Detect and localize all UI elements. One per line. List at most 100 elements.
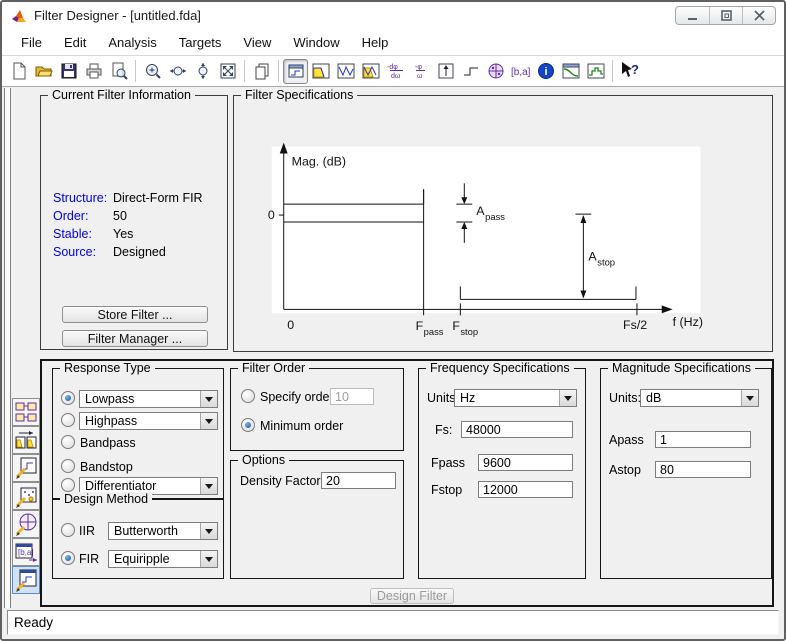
astop-label: Astop: [609, 463, 641, 477]
menu-bar: File Edit Analysis Targets View Window H…: [2, 30, 784, 56]
menu-targets[interactable]: Targets: [168, 31, 233, 54]
lowpass-radio[interactable]: [61, 391, 75, 405]
print-preview-icon[interactable]: [106, 59, 131, 84]
source-value: Designed: [113, 245, 166, 259]
minimum-order-label: Minimum order: [260, 419, 343, 433]
menu-edit[interactable]: Edit: [53, 31, 97, 54]
svg-text:-φ: -φ: [415, 64, 422, 71]
filter-manager-icon[interactable]: [249, 59, 274, 84]
structure-label: Structure:: [53, 191, 107, 205]
chevron-down-icon[interactable]: [200, 413, 217, 429]
status-bar: Ready: [7, 610, 779, 635]
stable-label: Stable:: [53, 227, 92, 241]
store-filter-button[interactable]: Store Filter ...: [62, 306, 208, 323]
sidebar-splitter[interactable]: [4, 88, 11, 608]
chevron-down-icon[interactable]: [559, 390, 576, 406]
minimum-order-radio[interactable]: [241, 418, 255, 432]
menu-view[interactable]: View: [232, 31, 282, 54]
zoom-x-icon[interactable]: [165, 59, 190, 84]
lowpass-combo[interactable]: Lowpass: [79, 390, 218, 408]
specify-order-label: Specify order:: [260, 390, 337, 404]
import-filter-icon: [b,a]: [14, 540, 38, 564]
full-view-icon[interactable]: [215, 59, 240, 84]
filter-specifications-icon[interactable]: [283, 59, 308, 84]
svg-text:?: ?: [631, 62, 639, 77]
structure-value: Direct-Form FIR: [113, 191, 203, 205]
iir-label: IIR: [79, 524, 95, 538]
sidebar-multirate-filter-button[interactable]: [12, 426, 40, 454]
apass-input[interactable]: [655, 431, 751, 448]
filter-information-icon[interactable]: i: [533, 59, 558, 84]
svg-text:ω: ω: [417, 73, 423, 80]
iir-method-combo[interactable]: Butterworth: [108, 522, 218, 540]
sidebar-import-filter-button[interactable]: [b,a]: [12, 538, 40, 566]
astop-input[interactable]: [655, 461, 751, 478]
diagram-apass-base: A: [476, 204, 485, 218]
filter-coefficients-icon[interactable]: [b,a]: [508, 59, 533, 84]
density-factor-input[interactable]: [321, 472, 396, 489]
diagram-y-axis-label: Mag. (dB): [292, 154, 346, 168]
bandpass-label: Bandpass: [80, 436, 136, 450]
toolbar-separator: [612, 60, 613, 82]
magnitude-units-combo[interactable]: dB: [640, 389, 759, 407]
fir-label: FIR: [79, 552, 99, 566]
menu-file[interactable]: File: [10, 31, 53, 54]
zoom-y-icon[interactable]: [190, 59, 215, 84]
sidebar-pole-zero-editor-button[interactable]: [12, 510, 40, 538]
current-filter-info-group: Current Filter Information Structure: Di…: [40, 95, 228, 350]
svg-text:[b,a]: [b,a]: [511, 67, 531, 78]
differentiator-radio[interactable]: [61, 478, 75, 492]
fir-radio[interactable]: [61, 551, 75, 565]
design-filter-button[interactable]: Design Filter: [370, 588, 454, 604]
toolbar-separator: [278, 60, 279, 82]
print-icon[interactable]: [81, 59, 106, 84]
minimize-button[interactable]: [676, 7, 709, 24]
chevron-down-icon[interactable]: [200, 478, 217, 494]
new-file-icon[interactable]: [6, 59, 31, 84]
sidebar-quantization-button[interactable]: [12, 482, 40, 510]
specify-order-input[interactable]: [330, 388, 374, 405]
magnitude-response-estimate-icon[interactable]: [558, 59, 583, 84]
sidebar-realize-model-button[interactable]: [12, 398, 40, 426]
bandstop-radio[interactable]: [61, 459, 75, 473]
chevron-down-icon[interactable]: [741, 390, 758, 406]
group-delay-icon[interactable]: -dφdω: [383, 59, 408, 84]
magnitude-and-phase-icon[interactable]: [358, 59, 383, 84]
highpass-radio[interactable]: [61, 413, 75, 427]
fpass-input[interactable]: [478, 454, 573, 471]
restore-button[interactable]: [709, 7, 742, 24]
differentiator-combo-value: Differentiator: [85, 479, 156, 493]
fstop-input[interactable]: [478, 481, 573, 498]
fs-input[interactable]: [461, 421, 573, 438]
context-help-icon[interactable]: ?: [617, 59, 642, 84]
chevron-down-icon[interactable]: [200, 523, 217, 539]
filter-order-legend: Filter Order: [238, 361, 309, 375]
round-off-noise-power-icon[interactable]: [583, 59, 608, 84]
frequency-units-combo[interactable]: Hz: [454, 389, 577, 407]
zoom-in-icon[interactable]: [140, 59, 165, 84]
step-response-icon[interactable]: [458, 59, 483, 84]
phase-delay-icon[interactable]: -φ ω: [408, 59, 433, 84]
bandpass-radio[interactable]: [61, 435, 75, 449]
specify-order-radio[interactable]: [241, 389, 255, 403]
filter-manager-button[interactable]: Filter Manager ...: [62, 330, 208, 347]
chevron-down-icon[interactable]: [200, 391, 217, 407]
menu-analysis[interactable]: Analysis: [97, 31, 167, 54]
iir-radio[interactable]: [61, 523, 75, 537]
bandstop-label: Bandstop: [80, 460, 133, 474]
fir-method-combo[interactable]: Equiripple: [108, 550, 218, 568]
open-file-icon[interactable]: [31, 59, 56, 84]
highpass-combo[interactable]: Highpass: [79, 412, 218, 430]
close-button[interactable]: [742, 7, 775, 24]
save-icon[interactable]: [56, 59, 81, 84]
diagram-fstop-base: F: [452, 319, 460, 333]
menu-window[interactable]: Window: [282, 31, 350, 54]
sidebar-design-filter-button[interactable]: [12, 566, 40, 594]
chevron-down-icon[interactable]: [200, 551, 217, 567]
menu-help[interactable]: Help: [351, 31, 400, 54]
magnitude-response-icon[interactable]: [308, 59, 333, 84]
sidebar-transform-filter-button[interactable]: [12, 454, 40, 482]
impulse-response-icon[interactable]: [433, 59, 458, 84]
pole-zero-plot-icon[interactable]: [483, 59, 508, 84]
phase-response-icon[interactable]: [333, 59, 358, 84]
